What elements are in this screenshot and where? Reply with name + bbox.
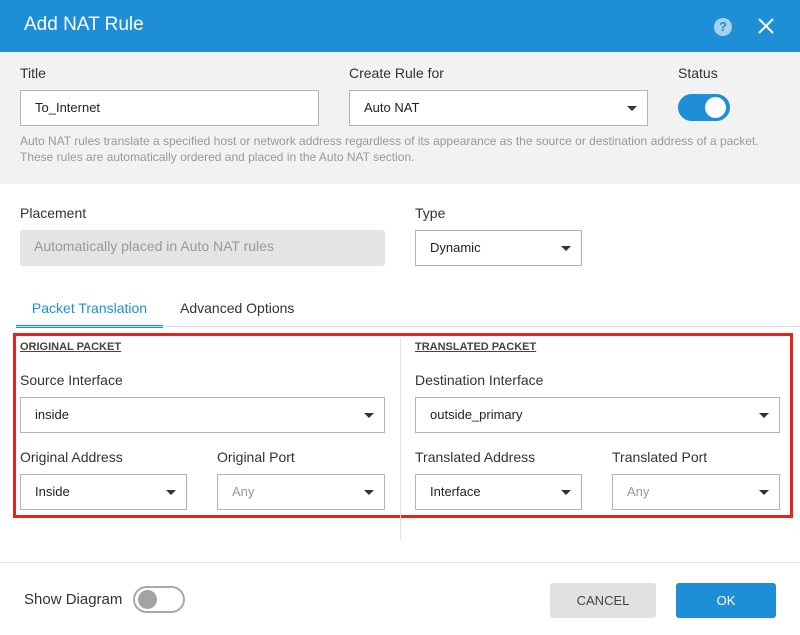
create-rule-value: Auto NAT [364,100,420,115]
show-diagram-label: Show Diagram [24,591,123,608]
type-select[interactable]: Dynamic [415,230,582,266]
translated-address-value: Interface [430,484,481,499]
dialog-title: Add NAT Rule [24,14,144,35]
destination-interface-select[interactable]: outside_primary [415,397,780,433]
create-rule-select[interactable]: Auto NAT [349,90,648,126]
chevron-down-icon [166,490,176,495]
ok-button[interactable]: OK [676,583,776,618]
original-port-label: Original Port [217,449,295,465]
dialog-titlebar: Add NAT Rule ? [0,0,800,52]
tab-packet-translation[interactable]: Packet Translation [16,300,163,328]
placement-field: Automatically placed in Auto NAT rules [20,230,385,266]
chevron-down-icon [561,490,571,495]
source-interface-select[interactable]: inside [20,397,385,433]
title-input[interactable]: To_Internet [20,90,319,126]
original-address-value: Inside [35,484,70,499]
footer-divider [0,562,800,563]
tab-advanced-options[interactable]: Advanced Options [180,300,294,316]
cancel-button[interactable]: CANCEL [550,583,656,618]
original-address-select[interactable]: Inside [20,474,187,510]
status-toggle[interactable] [678,94,730,121]
translated-port-label: Translated Port [612,449,708,465]
chevron-down-icon [627,106,637,111]
translated-address-select[interactable]: Interface [415,474,582,510]
tab-divider [16,326,800,327]
column-divider [400,338,401,540]
source-interface-label: Source Interface [20,372,123,388]
auto-nat-note: Auto NAT rules translate a specified hos… [20,134,759,164]
translated-packet-header: TRANSLATED PACKET [415,341,537,353]
original-port-select[interactable]: Any [217,474,385,510]
chevron-down-icon [759,490,769,495]
original-port-placeholder: Any [232,484,255,499]
title-label: Title [20,65,46,81]
type-label: Type [415,205,446,221]
placement-label: Placement [20,205,87,221]
create-rule-label: Create Rule for [349,65,444,81]
destination-interface-label: Destination Interface [415,372,544,388]
toggle-knob [138,590,157,609]
original-packet-header: ORIGINAL PACKET [20,341,122,353]
close-icon[interactable] [756,16,776,36]
translated-port-placeholder: Any [627,484,650,499]
original-address-label: Original Address [20,449,123,465]
show-diagram-toggle[interactable] [133,586,185,613]
status-label: Status [678,65,718,81]
chevron-down-icon [759,413,769,418]
type-value: Dynamic [430,240,481,255]
destination-interface-value: outside_primary [430,407,523,422]
chevron-down-icon [364,413,374,418]
chevron-down-icon [561,246,571,251]
help-icon[interactable]: ? [714,18,732,36]
translated-address-label: Translated Address [415,449,536,465]
toggle-knob [705,97,726,118]
source-interface-value: inside [35,407,69,422]
translated-port-select[interactable]: Any [612,474,780,510]
chevron-down-icon [364,490,374,495]
